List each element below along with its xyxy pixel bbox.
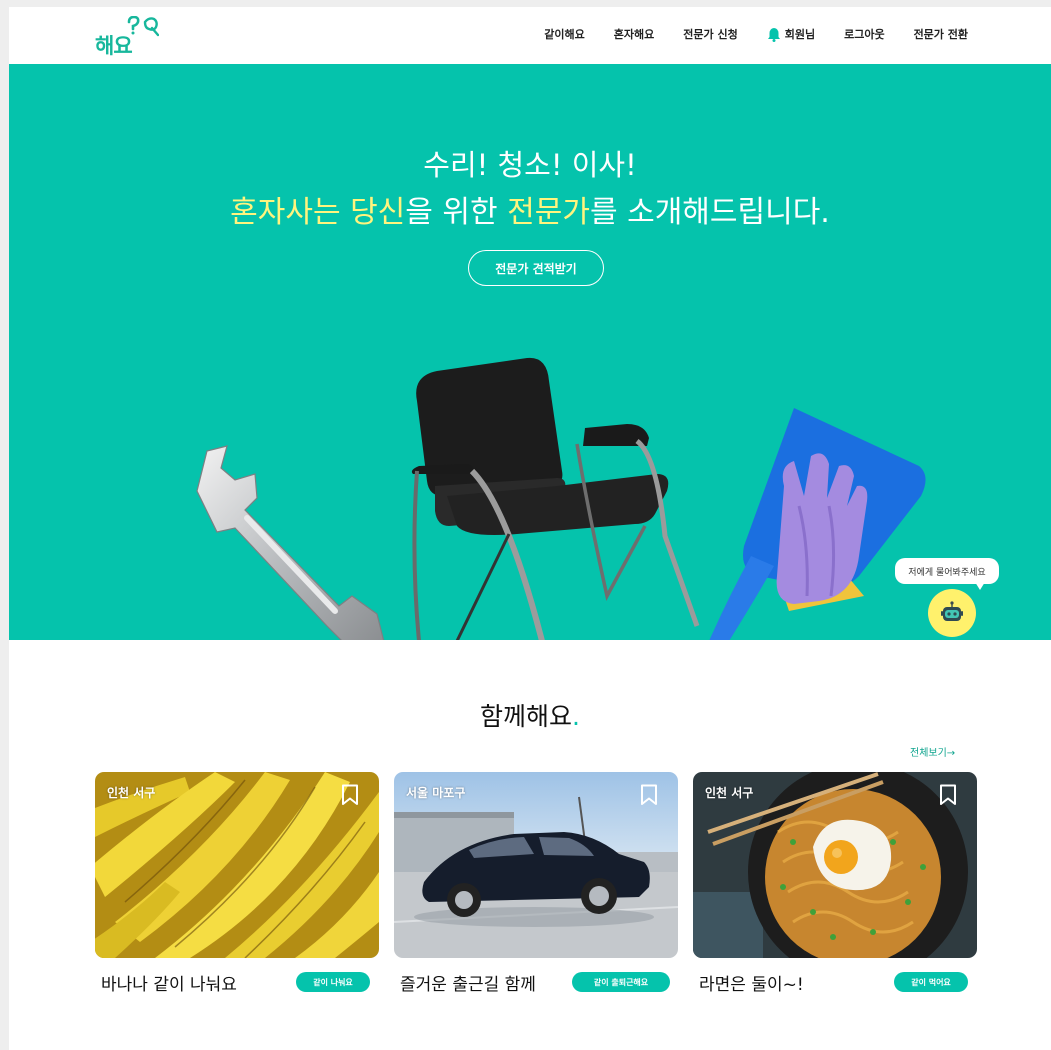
logo[interactable]: 해요 (95, 16, 159, 58)
nav-member[interactable]: 회원님 (767, 26, 815, 42)
nav-member-label: 회원님 (784, 28, 816, 41)
commute-together-button[interactable]: 같이 출퇴근해요 (572, 972, 670, 992)
hero-text-part: 혼자사는 (230, 195, 351, 230)
bookmark-icon[interactable] (939, 784, 957, 806)
card-title[interactable]: 라면은 둘이~! (699, 970, 804, 995)
eat-together-button[interactable]: 같이 먹어요 (894, 972, 968, 992)
card-title[interactable]: 바나나 같이 나눠요 (101, 970, 237, 995)
main-nav: 같이해요 혼자해요 전문가 신청 회원님 로그아웃 전문가 전환 (515, 26, 968, 42)
card-location: 서울 마포구 (406, 786, 466, 800)
bookmark-icon[interactable] (341, 784, 359, 806)
get-quote-button[interactable]: 전문가 견적받기 (468, 250, 604, 286)
chatbot-bubble-tail (975, 582, 985, 590)
card-car[interactable]: 서울 마포구 즐거운 출근길 함께 같이 출퇴근해요 (394, 772, 678, 995)
chatbot-button[interactable] (928, 589, 976, 637)
page: 해요 같이해요 혼자해요 전문가 신청 회원님 로그아웃 전문가 전환 수리! … (9, 7, 1051, 1050)
hero-banner: 수리! 청소! 이사! 혼자사는 당신을 위한 전문가를 소개해드립니다. 전문… (9, 64, 1051, 640)
section-title-dot: . (572, 702, 580, 731)
card-title[interactable]: 즐거운 출근길 함께 (400, 970, 536, 995)
chatbot-bubble: 저에게 물어봐주세요 (895, 558, 999, 584)
bookmark-icon[interactable] (640, 784, 658, 806)
hero-headline: 수리! 청소! 이사! (423, 148, 637, 182)
hero-text-part: 를 소개해드립니다. (589, 195, 830, 230)
nav-expert-switch[interactable]: 전문가 전환 (914, 26, 968, 42)
hero-highlight-expert: 전문가 (507, 195, 590, 230)
hero-highlight-you: 당신 (350, 195, 406, 230)
section-title: 함께해요. (9, 697, 1051, 733)
wrench-image (196, 445, 385, 640)
robot-icon (941, 601, 963, 621)
nav-alone[interactable]: 혼자해요 (614, 26, 654, 42)
hero-subheadline: 혼자사는 당신을 위한 전문가를 소개해드립니다. (9, 187, 1051, 231)
card-image[interactable]: 인천 서구 (693, 772, 977, 958)
chair-image (411, 357, 700, 640)
logo-text: 해요 (95, 34, 133, 58)
card-location: 인천 서구 (107, 786, 156, 800)
nav-together[interactable]: 같이해요 (544, 26, 584, 42)
nav-expert-apply[interactable]: 전문가 신청 (683, 26, 737, 42)
header: 해요 같이해요 혼자해요 전문가 신청 회원님 로그아웃 전문가 전환 (9, 7, 1051, 64)
section-title-text: 함께해요 (480, 702, 573, 731)
hero-text-part: 을 위한 (405, 195, 508, 230)
card-image[interactable]: 인천 서구 (95, 772, 379, 958)
share-together-button[interactable]: 같이 나눠요 (296, 972, 370, 992)
card-bananas[interactable]: 인천 서구 바나나 같이 나눠요 같이 나눠요 (95, 772, 379, 995)
card-image[interactable]: 서울 마포구 (394, 772, 678, 958)
card-ramen[interactable]: 인천 서구 라면은 둘이~! 같이 먹어요 (693, 772, 977, 995)
bell-icon (767, 27, 780, 42)
nav-logout[interactable]: 로그아웃 (844, 26, 884, 42)
card-location: 인천 서구 (705, 786, 754, 800)
see-all-link[interactable]: 전체보기→ (910, 744, 955, 759)
dustpan-gloves-image (709, 408, 926, 640)
